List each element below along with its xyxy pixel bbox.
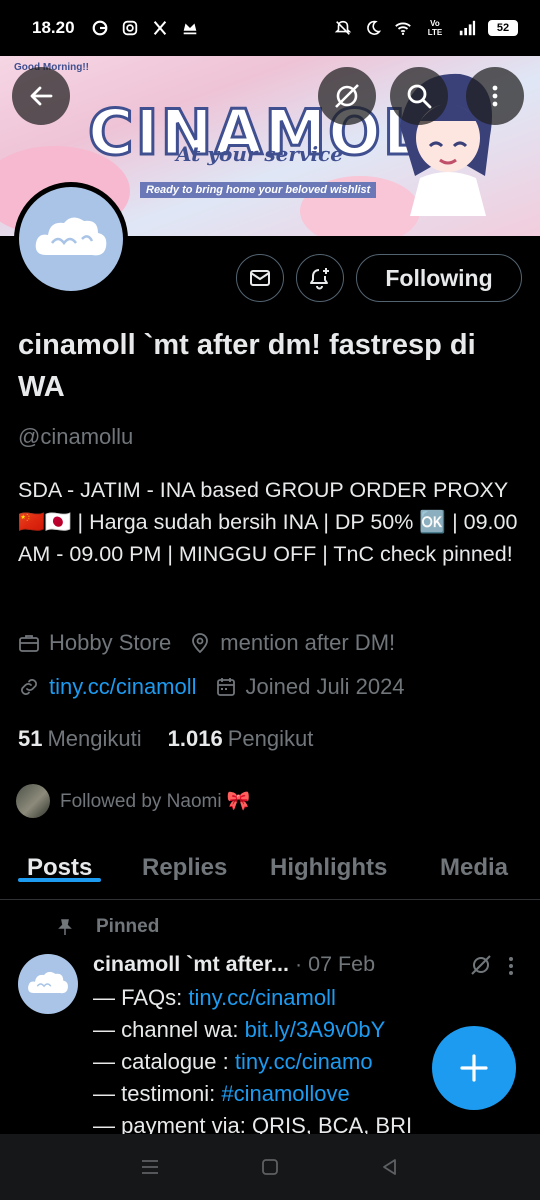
tab-replies[interactable]: Replies <box>142 838 227 882</box>
pin-icon <box>58 919 72 935</box>
tab-posts[interactable]: Posts <box>18 838 102 882</box>
tweet-hashtag[interactable]: #cinamollove <box>221 1081 349 1106</box>
profile-tabs: Posts Replies Highlights Media <box>0 838 540 900</box>
profile-joined-label: Joined Juli 2024 <box>245 674 405 699</box>
grok-icon[interactable] <box>469 953 493 977</box>
tab-highlights[interactable]: Highlights <box>270 838 387 882</box>
followers-count: 1.016 <box>167 726 223 751</box>
banner-subtitle: At your service <box>176 142 344 166</box>
profile-avatar[interactable] <box>14 182 128 296</box>
tweet-more-icon[interactable] <box>508 956 514 976</box>
avatar <box>16 784 50 818</box>
followers-label: Pengikut <box>227 726 314 751</box>
plus-icon <box>460 1054 488 1082</box>
grok-icon <box>335 84 359 108</box>
tweet-line-text: — FAQs: <box>93 985 189 1010</box>
tab-label: Posts <box>27 854 93 881</box>
tweet-line-text: — testimoni: <box>93 1081 222 1106</box>
tweet-avatar[interactable] <box>18 954 78 1014</box>
following-button[interactable]: Following <box>356 254 522 302</box>
location-pin-icon <box>192 633 209 654</box>
profile-handle: @cinamollu <box>18 424 134 449</box>
volte-icon: Vo LTE <box>427 19 443 37</box>
link-icon <box>21 679 37 695</box>
crown-icon <box>181 19 199 37</box>
tab-label: Highlights <box>270 854 388 881</box>
instagram-icon <box>121 19 139 37</box>
tweet-date[interactable]: 07 Feb <box>308 952 375 977</box>
wifi-icon <box>394 19 412 37</box>
more-options-button[interactable] <box>466 67 524 125</box>
arrow-left-icon <box>30 86 53 106</box>
following-count: 51 <box>18 726 43 751</box>
active-tab-indicator <box>18 878 102 882</box>
tweet-author[interactable]: cinamoll `mt after... <box>93 952 289 977</box>
profile-category-label: Hobby Store <box>49 630 172 655</box>
profile-meta-row: tiny.cc/cinamoll Joined Juli 2024 <box>18 674 423 700</box>
bell-plus-icon <box>310 268 329 290</box>
followed-by[interactable]: Followed by Naomi 🎀 <box>16 784 251 818</box>
status-bar: 18.20 Vo LTE 52 <box>0 0 540 56</box>
profile-meta-row: Hobby Store mention after DM! <box>18 630 413 656</box>
profile-website[interactable]: tiny.cc/cinamoll <box>18 674 197 700</box>
profile-joined: Joined Juli 2024 <box>215 674 405 700</box>
banner-tagline: Ready to bring home your beloved wishlis… <box>140 182 377 198</box>
moon-icon <box>364 19 382 37</box>
message-button[interactable] <box>236 254 284 302</box>
profile-bio: SDA - JATIM - INA based GROUP ORDER PROX… <box>18 478 518 566</box>
signal-icon <box>458 19 476 37</box>
cloud-logo-icon <box>28 971 68 994</box>
battery-icon: 52 <box>488 20 518 36</box>
g-icon <box>91 19 109 37</box>
tweet-line-text: — channel wa: <box>93 1017 245 1042</box>
search-button[interactable] <box>390 67 448 125</box>
home-icon[interactable] <box>259 1156 281 1178</box>
profile-website-link[interactable]: tiny.cc/cinamoll <box>49 674 197 700</box>
tab-media[interactable]: Media <box>440 838 508 882</box>
profile-display-name: cinamoll `mt after dm! fastresp di WA <box>18 329 476 403</box>
search-icon <box>407 84 432 109</box>
followed-by-label: Followed by Naomi 🎀 <box>60 791 251 812</box>
mute-icon <box>334 19 352 37</box>
pinned-text: Pinned <box>96 916 160 937</box>
calendar-icon <box>216 678 235 696</box>
status-time: 18.20 <box>32 18 75 37</box>
profile-stats: 51 Mengikuti 1.016 Pengikut <box>18 726 313 752</box>
back-button[interactable] <box>12 67 70 125</box>
mail-icon <box>250 270 270 286</box>
following-count-link[interactable]: 51 Mengikuti <box>18 726 142 752</box>
tab-label: Media <box>440 854 509 881</box>
back-nav-icon[interactable] <box>379 1156 401 1178</box>
tweet-line: — FAQs: tiny.cc/cinamoll <box>93 982 533 1014</box>
tweet-line-text: — catalogue : <box>93 1049 235 1074</box>
avatar <box>19 187 123 291</box>
notify-button[interactable] <box>296 254 344 302</box>
profile-location-label: mention after DM! <box>220 630 396 655</box>
profile-location: mention after DM! <box>189 630 395 656</box>
tweet-link[interactable]: tiny.cc/cinamo <box>235 1049 373 1074</box>
tweet-link[interactable]: bit.ly/3A9v0bY <box>245 1017 386 1042</box>
followers-count-link[interactable]: 1.016 Pengikut <box>168 726 314 752</box>
profile-category: Hobby Store <box>18 630 171 656</box>
x-icon <box>151 19 169 37</box>
more-vertical-icon <box>492 85 498 107</box>
grok-button[interactable] <box>318 67 376 125</box>
pinned-label: Pinned <box>56 916 159 938</box>
tweet-separator: · <box>294 952 303 976</box>
recent-apps-icon[interactable] <box>139 1156 161 1178</box>
tab-label: Replies <box>142 854 228 881</box>
following-label: Mengikuti <box>47 726 142 751</box>
system-navigation-bar <box>0 1134 540 1200</box>
cloud-logo-icon <box>35 217 107 256</box>
compose-post-button[interactable] <box>432 1026 516 1110</box>
tweet-link[interactable]: tiny.cc/cinamoll <box>188 985 336 1010</box>
briefcase-icon <box>19 635 39 652</box>
tweet-header: cinamoll `mt after... · 07 Feb <box>93 952 523 977</box>
